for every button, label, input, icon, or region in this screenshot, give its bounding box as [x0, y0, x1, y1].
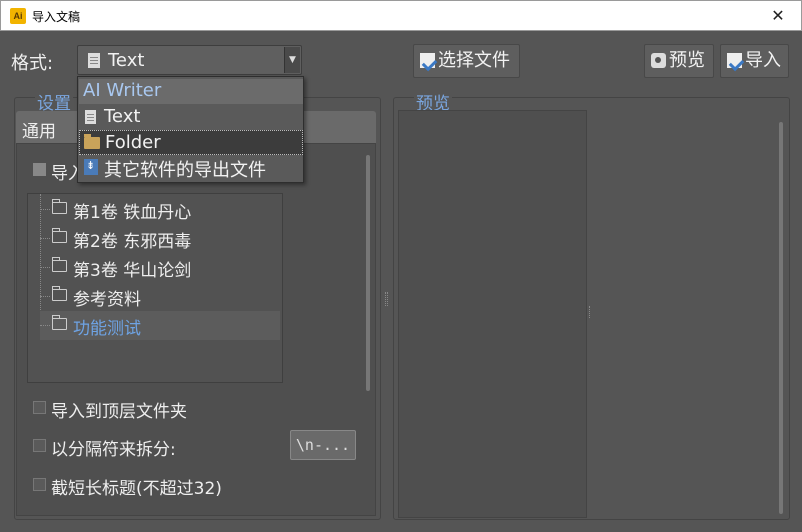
folder-icon: [52, 257, 67, 272]
import-checkbox[interactable]: [33, 163, 46, 176]
format-option-folder[interactable]: Folder: [79, 130, 303, 155]
format-option-text[interactable]: Text: [79, 105, 303, 130]
text-document-icon: [85, 110, 96, 124]
select-file-label: 选择文件: [438, 50, 510, 71]
format-combobox[interactable]: Text ▼: [77, 45, 302, 75]
truncate-title-checkbox[interactable]: [33, 478, 46, 491]
tree-node-selected[interactable]: 功能测试: [40, 311, 280, 340]
format-option-label: 其它软件的导出文件: [104, 160, 266, 181]
folder-icon: [52, 199, 67, 214]
format-option-label: AI Writer: [83, 80, 162, 101]
truncate-title-label: 截短长标题(不超过32): [51, 479, 222, 499]
format-option-aiwriter[interactable]: AI Writer: [79, 79, 303, 104]
format-selected-value: Text: [108, 50, 145, 71]
title-bar: Ai 导入文稿 ✕: [0, 0, 802, 31]
folder-icon: [52, 315, 67, 330]
tree-node-label: 参考资料: [73, 290, 141, 310]
import-to-top-checkbox[interactable]: [33, 401, 46, 414]
close-icon[interactable]: ✕: [755, 1, 801, 30]
folder-tree[interactable]: 第1卷 铁血丹心 第2卷 东邪西毒 第3卷 华山论剑 参考资料 功能测试: [27, 193, 283, 383]
import-label: 导入: [745, 50, 781, 71]
format-dropdown-list: AI Writer Text Folder 其它软件的导出文件: [77, 76, 304, 183]
tree-node[interactable]: 第1卷 铁血丹心: [40, 195, 280, 224]
preview-button[interactable]: 预览: [644, 44, 714, 78]
folder-icon: [52, 228, 67, 243]
select-file-button[interactable]: 选择文件: [413, 44, 520, 78]
app-icon: Ai: [10, 8, 26, 24]
preview-splitter-handle[interactable]: [589, 306, 592, 318]
chevron-down-icon[interactable]: ▼: [284, 47, 300, 73]
separator-button[interactable]: \n-...: [290, 430, 356, 460]
tree-node-label: 功能测试: [73, 319, 141, 339]
export-file-icon: [84, 159, 98, 175]
preview-scrollbar[interactable]: [779, 122, 783, 514]
camera-icon: [651, 53, 666, 68]
format-label: 格式:: [11, 53, 54, 74]
tree-node-label: 第2卷 东邪西毒: [73, 232, 192, 252]
format-option-label: Folder: [105, 132, 161, 153]
preview-label: 预览: [669, 50, 705, 71]
tree-node[interactable]: 第3卷 华山论剑: [40, 253, 280, 282]
folder-icon: [84, 134, 100, 149]
window-title: 导入文稿: [32, 10, 81, 24]
format-option-other-export[interactable]: 其它软件的导出文件: [79, 155, 303, 181]
import-to-top-label: 导入到顶层文件夹: [51, 402, 187, 422]
split-by-separator-checkbox[interactable]: [33, 439, 46, 452]
tree-node-label: 第1卷 铁血丹心: [73, 203, 192, 223]
format-option-label: Text: [104, 106, 141, 127]
folder-icon: [52, 286, 67, 301]
import-button[interactable]: 导入: [720, 44, 789, 78]
tree-node-label: 第3卷 华山论剑: [73, 261, 192, 281]
import-icon: [727, 53, 742, 68]
tree-node[interactable]: 参考资料: [40, 282, 280, 311]
split-by-separator-label: 以分隔符来拆分:: [51, 440, 176, 460]
text-document-icon: [88, 53, 100, 68]
splitter-handle[interactable]: [385, 292, 388, 306]
tab-general-label: 通用: [22, 122, 56, 142]
settings-scrollbar[interactable]: [366, 155, 370, 391]
tree-node[interactable]: 第2卷 东邪西毒: [40, 224, 280, 253]
select-file-icon: [420, 53, 435, 68]
preview-pane[interactable]: [398, 110, 587, 518]
